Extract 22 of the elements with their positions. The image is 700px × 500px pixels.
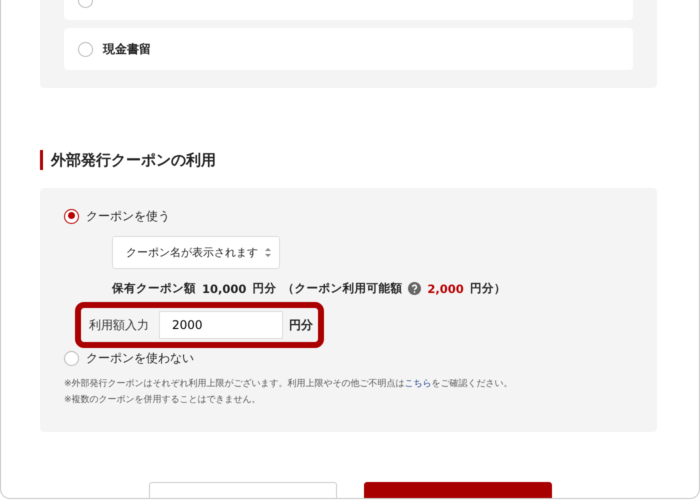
amount-label: 利用額入力 — [88, 316, 150, 334]
option-label: クーポンを使う — [86, 208, 170, 224]
option-label: 現金書留 — [103, 40, 151, 58]
unit-label: 円分 — [288, 316, 313, 334]
available-label: （クーポン利用可能額 — [282, 281, 402, 296]
radio-button[interactable] — [64, 208, 79, 224]
note-text: ※複数のクーポンを併用することはできません。 — [64, 394, 262, 407]
available-amount: 2,000 — [427, 282, 464, 296]
note-text: ※外部発行クーポンはそれぞれ利用上限がございます。利用上限やその他ご不明点はこちら をご確認ください。 — [64, 378, 514, 391]
radio-button[interactable] — [78, 42, 93, 56]
unit-label: 円分） — [470, 281, 506, 296]
unit-label: 円分 — [252, 281, 276, 296]
section-heading: 外部発行クーポンの利用 — [40, 150, 699, 170]
help-icon — [408, 282, 422, 295]
amount-input-field[interactable]: 2000 — [159, 311, 283, 339]
sort-arrows-icon — [265, 248, 271, 257]
balance-amount: 10,000 — [202, 282, 246, 296]
coupon-select[interactable]: クーポン名が表示されます — [112, 236, 280, 269]
option-label: クーポンを使わない — [86, 350, 194, 366]
radio-button[interactable] — [64, 350, 79, 366]
balance-label: 保有クーポン額 — [112, 281, 196, 296]
link[interactable]: こちら — [404, 379, 432, 389]
